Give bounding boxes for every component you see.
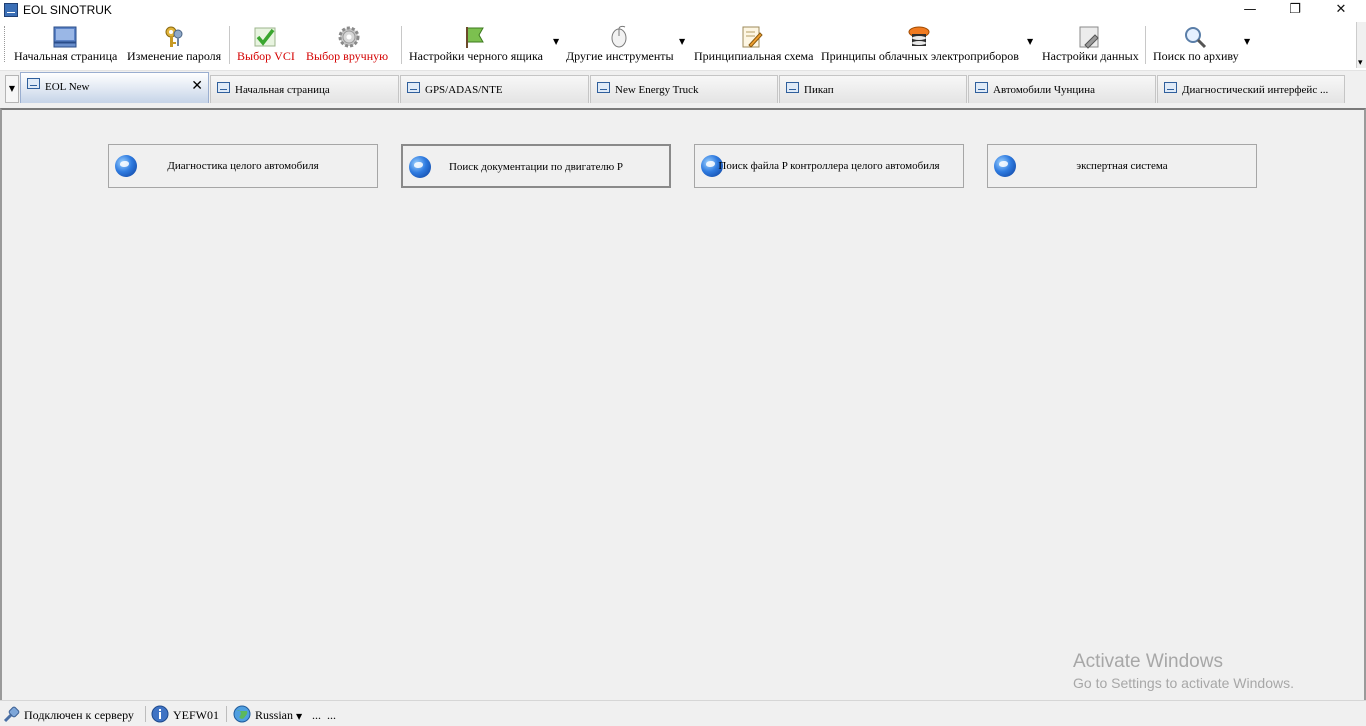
chevron-down-icon: ▼ (8, 84, 16, 93)
chevron-down-icon[interactable]: ▼ (1027, 37, 1033, 46)
tab-new-energy-truck[interactable]: New Energy Truck (590, 75, 778, 103)
activation-subtitle: Go to Settings to activate Windows. (1073, 675, 1294, 691)
plug-icon (3, 706, 20, 723)
home-label: Начальная страница (14, 49, 118, 63)
settings-sheet-icon (1079, 26, 1099, 49)
monitor-wave-icon (27, 78, 40, 89)
app-icon (4, 3, 18, 17)
tab-strip: ▼ EOL New ✕ Начальная страница GPS/ADAS/… (0, 70, 1366, 108)
chevron-down-icon[interactable]: ▼ (679, 37, 685, 46)
monitor-icon (53, 26, 77, 48)
tab-diagnostic-interface[interactable]: Диагностический интерфейс ... (1157, 75, 1345, 103)
activation-watermark: Activate Windows Go to Settings to activ… (1073, 651, 1294, 691)
tab-label: Начальная страница (235, 84, 330, 96)
blackbox-settings-label: Настройки черного ящика (409, 49, 543, 63)
database-cloud-icon (908, 26, 930, 46)
gear-icon (338, 26, 360, 48)
mouse-icon (611, 25, 627, 48)
tab-label: Пикап (804, 84, 834, 96)
restore-icon: ❐ (1289, 2, 1301, 17)
flag-icon (466, 27, 484, 48)
tab-chongqing-vehicles[interactable]: Автомобили Чунцина (968, 75, 1156, 103)
tab-label: Автомобили Чунцина (993, 84, 1095, 96)
blackbox-settings-button[interactable]: Настройки черного ящика ▼ (407, 22, 562, 68)
language-label: Russian (255, 708, 294, 722)
restore-button[interactable]: ❐ (1272, 0, 1318, 22)
other-tools-button[interactable]: Другие инструменты ▼ (565, 22, 689, 68)
engine-docs-search-button[interactable]: Поиск документации по двигателю P (401, 144, 671, 188)
monitor-wave-icon (217, 82, 230, 93)
tab-label: EOL New (45, 81, 90, 93)
monitor-wave-icon (975, 82, 988, 93)
module-label: Поиск файла P контроллера целого автомоб… (718, 160, 940, 172)
other-tools-label: Другие инструменты (566, 49, 674, 63)
module-label: Поиск документации по двигателю P (448, 161, 624, 173)
tab-list-dropdown[interactable]: ▼ (5, 75, 19, 103)
toolbar-separator (401, 26, 402, 64)
monitor-wave-icon (1164, 82, 1177, 93)
close-button[interactable]: ✕ (1318, 0, 1364, 22)
status-extra-1: ... (312, 708, 321, 722)
toolbar-separator (229, 26, 230, 64)
toolbar-grip[interactable] (4, 26, 6, 62)
schematic-label: Принципиальная схема (694, 49, 814, 63)
cloud-principles-button[interactable]: Принципы облачных электроприборов ▼ (819, 22, 1037, 68)
controller-file-search-button[interactable]: Поиск файла P контроллера целого автомоб… (694, 144, 964, 188)
window-title: EOL SINOTRUK (23, 3, 112, 17)
module-label: Диагностика целого автомобиля (167, 160, 319, 172)
checkmark-icon (254, 27, 276, 47)
archive-search-label: Поиск по архиву (1153, 49, 1239, 63)
chevron-down-icon[interactable]: ▼ (1244, 37, 1250, 46)
info-icon (151, 705, 169, 723)
tab-pickup[interactable]: Пикап (779, 75, 967, 103)
tab-home-page[interactable]: Начальная страница (210, 75, 399, 103)
archive-search-button[interactable]: Поиск по архиву ▼ (1151, 22, 1253, 68)
expert-system-button[interactable]: экспертная система (987, 144, 1257, 188)
select-vci-button[interactable]: Выбор VCI (235, 22, 299, 68)
monitor-wave-icon (597, 82, 610, 93)
monitor-wave-icon (786, 82, 799, 93)
status-extra-2: ... (327, 708, 336, 722)
language-selector[interactable]: Russian ▼ (255, 708, 302, 723)
user-id: YEFW01 (173, 708, 219, 722)
minimize-button[interactable]: — (1227, 0, 1273, 22)
document-pencil-icon (742, 26, 763, 48)
tab-label: New Energy Truck (615, 84, 699, 96)
status-separator (145, 706, 146, 722)
close-tab-icon[interactable]: ✕ (191, 79, 203, 93)
chevron-down-icon: ▼ (296, 712, 303, 721)
change-password-button[interactable]: Изменение пароля (125, 22, 223, 68)
main-content: Диагностика целого автомобиля Поиск доку… (0, 108, 1366, 700)
manual-select-label: Выбор вручную (306, 49, 389, 63)
select-vci-label: Выбор VCI (237, 49, 295, 63)
monitor-wave-icon (407, 82, 420, 93)
keys-icon (165, 26, 183, 47)
schematic-button[interactable]: Принципиальная схема (692, 22, 814, 68)
vehicle-diagnostics-button[interactable]: Диагностика целого автомобиля (108, 144, 378, 188)
toolbar-separator (1145, 26, 1146, 64)
toolbar: Начальная страница Изменение пароля Выбо… (0, 22, 1366, 68)
tab-label: GPS/ADAS/NTE (425, 84, 503, 96)
module-label: экспертная система (1076, 160, 1168, 172)
data-settings-label: Настройки данных (1042, 49, 1139, 63)
chevron-down-icon[interactable]: ▼ (553, 37, 559, 46)
minimize-icon: — (1243, 2, 1257, 17)
change-password-label: Изменение пароля (127, 49, 222, 63)
home-button[interactable]: Начальная страница (12, 22, 118, 68)
data-settings-button[interactable]: Настройки данных (1040, 22, 1140, 68)
tab-gps-adas-nte[interactable]: GPS/ADAS/NTE (400, 75, 589, 103)
globe-icon (233, 705, 251, 723)
close-icon: ✕ (1335, 2, 1347, 17)
status-separator (226, 706, 227, 722)
magnifier-icon (1185, 27, 1207, 49)
status-bar: Подключен к серверу YEFW01 Russian ▼ ...… (0, 700, 1366, 726)
connection-status: Подключен к серверу (24, 708, 134, 722)
toolbar-overflow-button[interactable] (1356, 22, 1366, 68)
tab-eol-new[interactable]: EOL New ✕ (20, 72, 209, 103)
manual-select-button[interactable]: Выбор вручную (304, 22, 396, 68)
tab-label: Диагностический интерфейс ... (1182, 84, 1329, 96)
cloud-principles-label: Принципы облачных электроприборов (821, 49, 1019, 63)
title-bar: EOL SINOTRUK — ❐ ✕ (0, 0, 1366, 22)
activation-title: Activate Windows (1073, 651, 1223, 672)
